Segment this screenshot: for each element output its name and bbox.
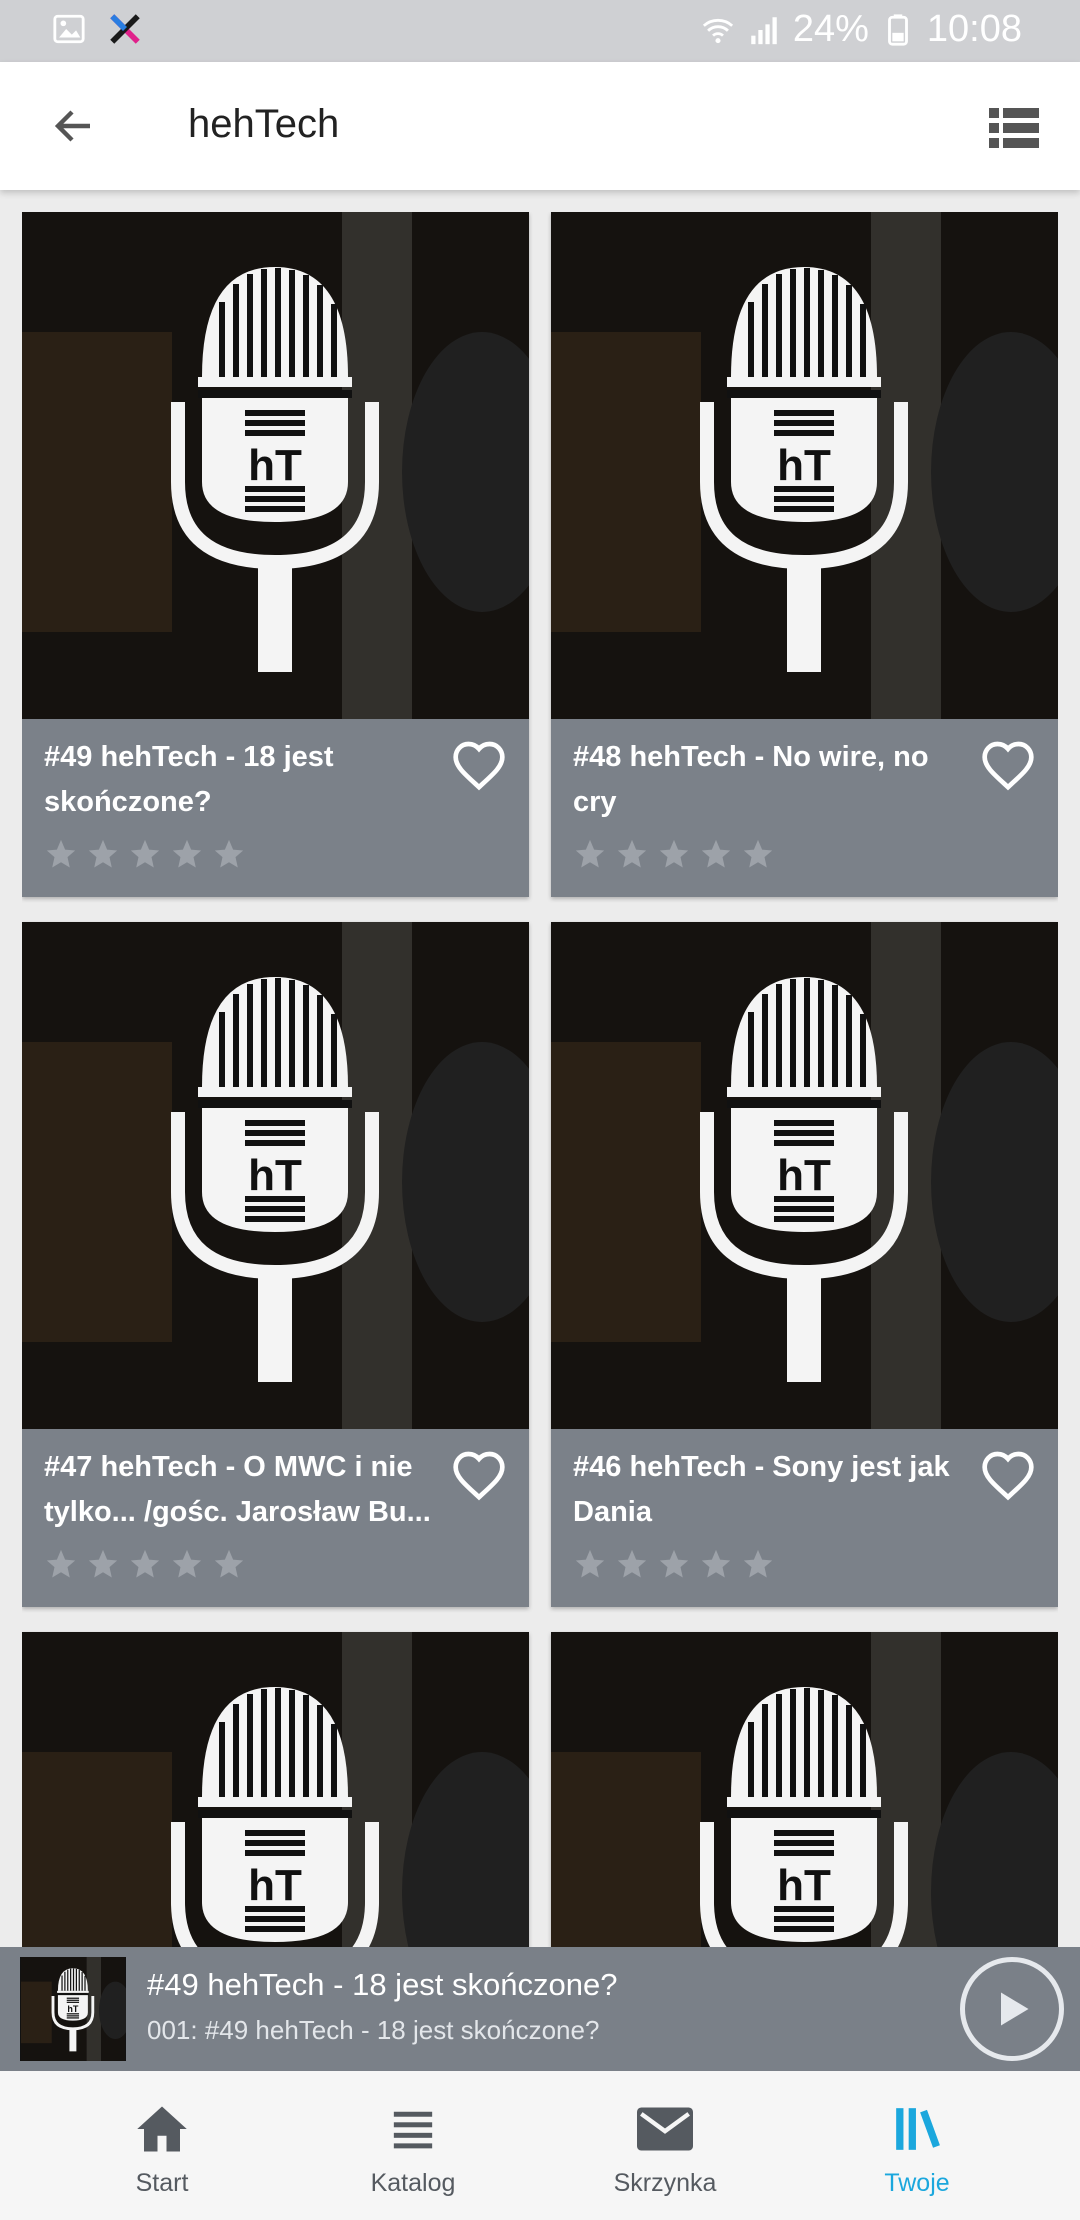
episode-card[interactable]: #47 hehTech - O MWC i nie tylko... /gośc… xyxy=(22,922,529,1607)
episode-artwork[interactable] xyxy=(22,212,529,719)
episode-artwork[interactable] xyxy=(22,922,529,1429)
library-icon xyxy=(896,2108,940,2150)
episode-artwork[interactable] xyxy=(551,212,1058,719)
star-icon[interactable] xyxy=(128,1547,162,1581)
episode-grid: #49 hehTech - 18 jest skończone? #48 hehT… xyxy=(22,212,1058,1947)
page-title: hehTech xyxy=(188,102,340,146)
episode-title[interactable]: #49 hehTech - 18 jest skończone? xyxy=(44,735,444,825)
star-icon[interactable] xyxy=(615,837,649,871)
episode-artwork[interactable] xyxy=(551,922,1058,1429)
episode-card[interactable]: #49 hehTech - 18 jest skończone? xyxy=(22,212,529,897)
star-icon[interactable] xyxy=(86,837,120,871)
home-icon xyxy=(137,2106,187,2152)
star-icon[interactable] xyxy=(741,837,775,871)
star-icon[interactable] xyxy=(741,1547,775,1581)
bottom-navigation: Start Katalog Skrzynka Twoje xyxy=(0,2071,1080,2220)
star-icon[interactable] xyxy=(699,837,733,871)
clock: 10:08 xyxy=(926,8,1022,50)
nav-skrzynka[interactable]: Skrzynka xyxy=(540,2071,790,2220)
player-artwork[interactable] xyxy=(20,1957,126,2061)
list-view-button[interactable] xyxy=(978,92,1050,164)
app-bar: hehTech xyxy=(0,62,1080,190)
star-icon[interactable] xyxy=(212,837,246,871)
star-icon[interactable] xyxy=(212,1547,246,1581)
nav-katalog-label: Katalog xyxy=(370,2169,456,2197)
favorite-heart-icon[interactable] xyxy=(451,1449,507,1501)
rating-stars[interactable] xyxy=(573,837,775,871)
episode-meta: #49 hehTech - 18 jest skończone? xyxy=(22,719,529,897)
player-subtitle: 001: #49 hehTech - 18 jest skończone? xyxy=(147,2015,600,2045)
episode-artwork[interactable] xyxy=(551,1632,1058,1947)
episode-title[interactable]: #48 hehTech - No wire, no cry xyxy=(573,735,973,825)
play-button[interactable] xyxy=(960,1957,1064,2061)
favorite-heart-icon[interactable] xyxy=(980,1449,1036,1501)
nav-katalog[interactable]: Katalog xyxy=(288,2071,538,2220)
episode-artwork[interactable] xyxy=(22,1632,529,1947)
wifi-icon xyxy=(702,18,733,43)
episode-card[interactable] xyxy=(551,1632,1058,1947)
battery-icon xyxy=(887,13,908,46)
play-icon xyxy=(1001,1992,1029,2026)
nav-start-label: Start xyxy=(135,2169,189,2197)
episode-title[interactable]: #46 hehTech - Sony jest jak Dania xyxy=(573,1445,973,1535)
star-icon[interactable] xyxy=(615,1547,649,1581)
episode-card[interactable] xyxy=(22,1632,529,1947)
rating-stars[interactable] xyxy=(44,1547,246,1581)
star-icon[interactable] xyxy=(699,1547,733,1581)
status-bar: 24% 10:08 xyxy=(0,0,1080,62)
back-button[interactable] xyxy=(38,90,110,162)
list-view-icon xyxy=(989,108,1039,148)
episode-card[interactable]: #48 hehTech - No wire, no cry xyxy=(551,212,1058,897)
star-icon[interactable] xyxy=(44,1547,78,1581)
star-icon[interactable] xyxy=(573,837,607,871)
rating-stars[interactable] xyxy=(44,837,246,871)
star-icon[interactable] xyxy=(128,837,162,871)
episode-title[interactable]: #47 hehTech - O MWC i nie tylko... /gośc… xyxy=(44,1445,444,1535)
mini-player[interactable]: #49 hehTech - 18 jest skończone? 001: #4… xyxy=(0,1947,1080,2071)
x-app-icon xyxy=(110,14,140,44)
nav-skrzynka-label: Skrzynka xyxy=(613,2169,717,2197)
nav-start[interactable]: Start xyxy=(37,2071,287,2220)
gallery-icon xyxy=(53,14,85,44)
favorite-heart-icon[interactable] xyxy=(980,739,1036,791)
star-icon[interactable] xyxy=(170,837,204,871)
star-icon[interactable] xyxy=(170,1547,204,1581)
nav-twoje-label: Twoje xyxy=(884,2169,950,2197)
episode-meta: #46 hehTech - Sony jest jak Dania xyxy=(551,1429,1058,1607)
favorite-heart-icon[interactable] xyxy=(451,739,507,791)
episode-card[interactable]: #46 hehTech - Sony jest jak Dania xyxy=(551,922,1058,1607)
star-icon[interactable] xyxy=(573,1547,607,1581)
episode-meta: #47 hehTech - O MWC i nie tylko... /gośc… xyxy=(22,1429,529,1607)
rating-stars[interactable] xyxy=(573,1547,775,1581)
star-icon[interactable] xyxy=(86,1547,120,1581)
battery-percent: 24% xyxy=(792,8,869,50)
arrow-left-icon xyxy=(54,110,90,142)
star-icon[interactable] xyxy=(657,1547,691,1581)
player-title: #49 hehTech - 18 jest skończone? xyxy=(147,1967,618,2002)
mail-icon xyxy=(637,2107,693,2151)
star-icon[interactable] xyxy=(657,837,691,871)
star-icon[interactable] xyxy=(44,837,78,871)
episode-meta: #48 hehTech - No wire, no cry xyxy=(551,719,1058,897)
nav-twoje[interactable]: Twoje xyxy=(792,2071,1042,2220)
list-icon xyxy=(393,2111,433,2149)
signal-icon xyxy=(751,16,777,44)
